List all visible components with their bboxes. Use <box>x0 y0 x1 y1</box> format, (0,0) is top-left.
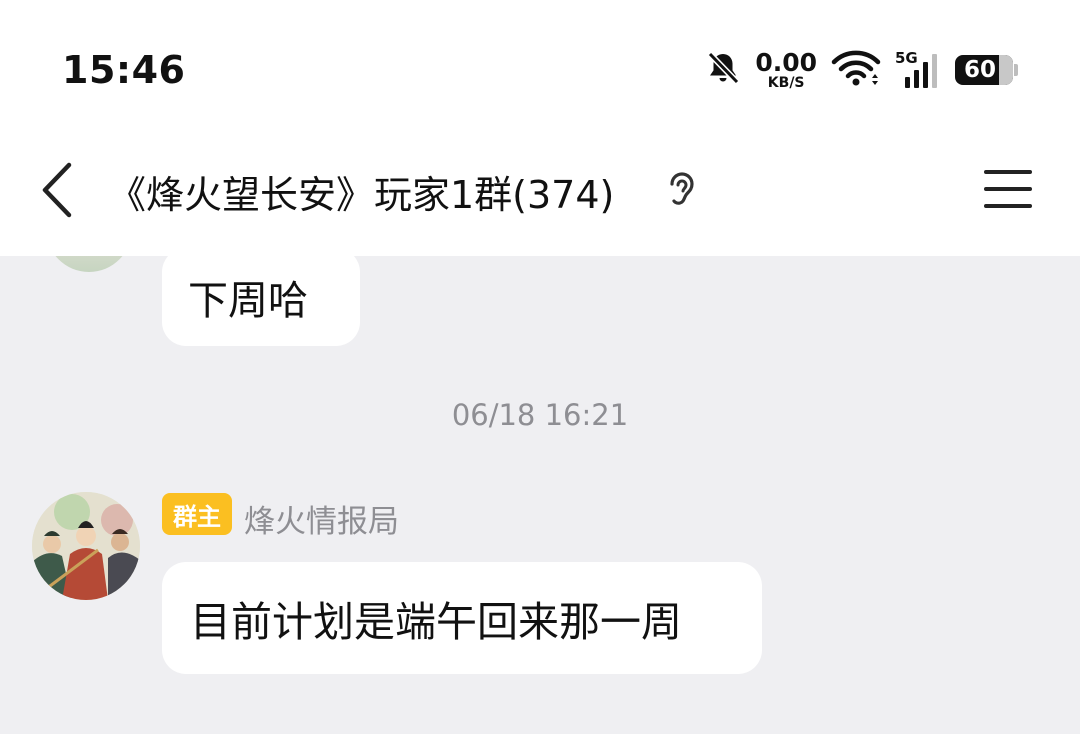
menu-button[interactable] <box>980 164 1036 214</box>
avatar-image <box>32 492 140 600</box>
message-bubble[interactable]: 目前计划是端午回来那一周 <box>162 562 762 674</box>
group-title[interactable]: 《烽火望长安》玩家1群(374) <box>108 164 614 219</box>
network-speed-unit: KB/S <box>767 75 805 91</box>
menu-icon-line <box>984 204 1032 208</box>
sender-name[interactable]: 烽火情报局 <box>244 496 399 541</box>
menu-icon-line <box>984 170 1032 174</box>
battery-body: 60 <box>955 55 1013 85</box>
bell-muted-icon <box>705 50 741 90</box>
message-bubble[interactable]: 下周哈 <box>162 256 360 346</box>
role-badge: 群主 <box>162 493 232 535</box>
message-text: 下周哈 <box>188 278 308 324</box>
back-chevron-icon <box>42 162 72 218</box>
message-text: 目前计划是端午回来那一周 <box>190 598 682 646</box>
avatar[interactable] <box>32 492 140 600</box>
battery-level: 60 <box>963 57 996 83</box>
battery-icon: 60 <box>955 55 1018 85</box>
battery-tip <box>1014 64 1018 76</box>
message-timestamp: 06/18 16:21 <box>451 398 629 432</box>
chat-header: 《烽火望长安》玩家1群(374) <box>0 130 1080 256</box>
back-button[interactable] <box>32 158 82 222</box>
status-time: 15:46 <box>62 48 186 92</box>
ear-icon[interactable] <box>666 170 698 210</box>
chat-message-list[interactable]: 下周哈 06/18 16:21 群主 烽火情报局 目前计划是端午回来那一周 <box>0 256 1080 734</box>
battery-empty-portion <box>999 55 1013 85</box>
network-speed: 0.00 KB/S <box>755 50 817 90</box>
avatar[interactable] <box>46 256 132 272</box>
network-speed-value: 0.00 <box>755 48 817 77</box>
status-bar: 15:46 0.00 KB/S 5G 60 <box>0 0 1080 130</box>
status-icons: 0.00 KB/S 5G 60 <box>705 50 1018 90</box>
menu-icon-line <box>984 187 1032 191</box>
wifi-icon <box>831 49 881 91</box>
cellular-signal-icon: 5G <box>895 51 941 89</box>
